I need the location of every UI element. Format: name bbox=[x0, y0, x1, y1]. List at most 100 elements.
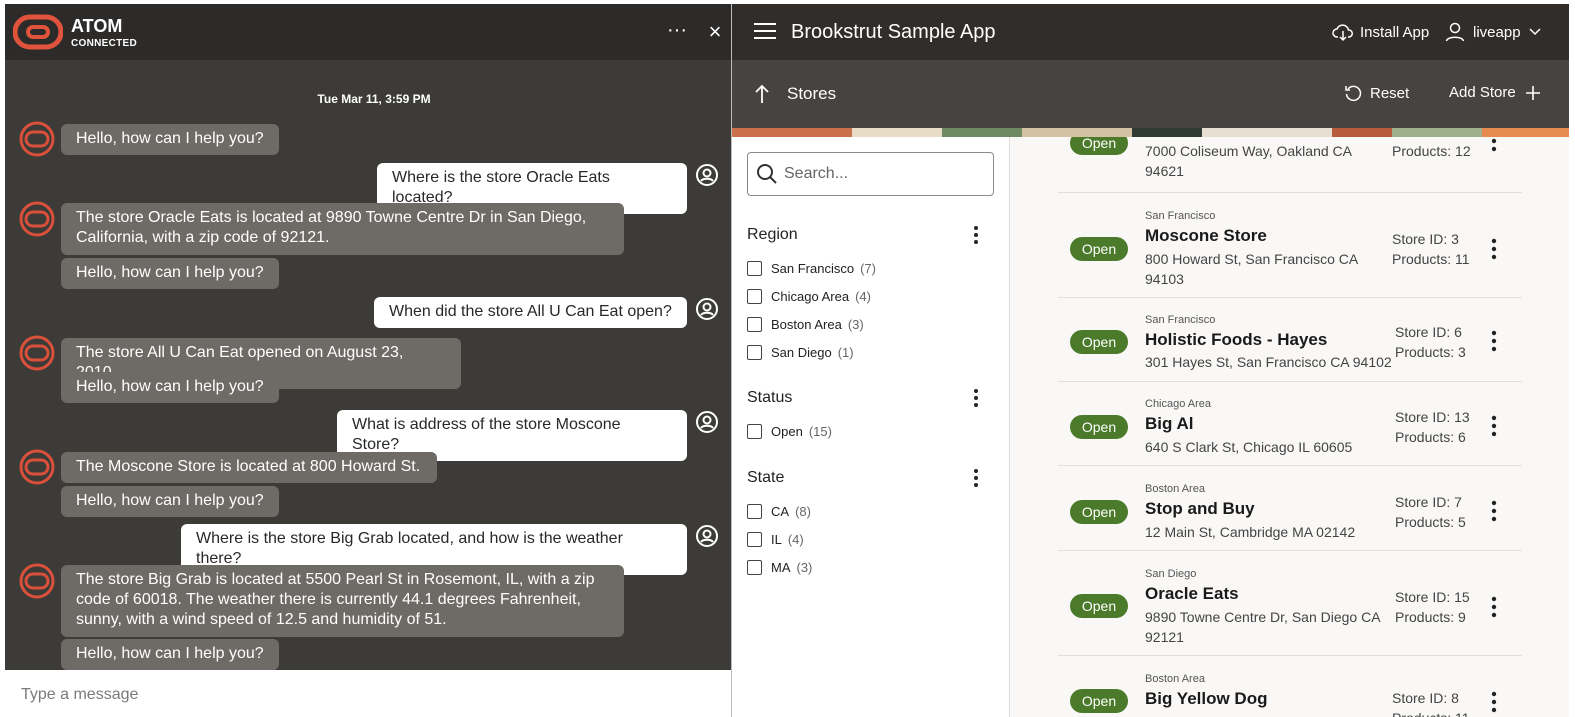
kebab-menu-icon[interactable] bbox=[1486, 499, 1502, 523]
filter-option[interactable]: Boston Area (3) bbox=[747, 317, 864, 332]
store-products: Products: 12 bbox=[1392, 143, 1471, 159]
store-row[interactable]: Open San Francisco Holistic Foods - Haye… bbox=[1058, 298, 1522, 382]
kebab-menu-icon[interactable] bbox=[1486, 137, 1502, 153]
page-toolbar: Stores Reset Add Store bbox=[732, 60, 1569, 128]
app-title: Brookstrut Sample App bbox=[791, 21, 996, 43]
store-address: 640 S Clark St, Chicago IL 60605 bbox=[1145, 439, 1353, 455]
status-badge: Open bbox=[1070, 137, 1128, 155]
filter-option-label: CA bbox=[771, 504, 790, 519]
arrow-up-icon[interactable] bbox=[752, 82, 772, 106]
connection-status: CONNECTED bbox=[71, 38, 138, 49]
filter-option[interactable]: CA (8) bbox=[747, 504, 811, 519]
search-box[interactable] bbox=[747, 152, 994, 196]
install-app-label: Install App bbox=[1360, 23, 1430, 41]
checkbox[interactable] bbox=[747, 532, 762, 547]
facet-title-region: Region bbox=[747, 226, 798, 243]
atom-logo-icon bbox=[13, 14, 63, 50]
filter-option[interactable]: IL (4) bbox=[747, 532, 804, 547]
status-badge: Open bbox=[1070, 500, 1128, 524]
bot-avatar-icon bbox=[19, 563, 55, 599]
filter-option-label: San Francisco bbox=[771, 261, 855, 276]
plus-icon bbox=[1525, 85, 1540, 100]
decorative-banner bbox=[732, 128, 1569, 137]
filter-option-count: (7) bbox=[860, 261, 876, 276]
filter-option-count: (4) bbox=[787, 532, 804, 547]
filter-panel: Region San Francisco(7) Chicago Area(4) … bbox=[732, 137, 1010, 717]
kebab-menu-icon[interactable] bbox=[968, 467, 984, 489]
close-icon[interactable]: × bbox=[703, 18, 727, 46]
kebab-menu-icon[interactable] bbox=[1486, 237, 1502, 261]
store-address: 9890 Towne Centre Dr, San Diego CA 92121 bbox=[1145, 609, 1380, 645]
chevron-down-icon bbox=[1529, 28, 1541, 36]
filter-option-count: (15) bbox=[808, 424, 832, 439]
store-products: Products: 11 bbox=[1392, 708, 1470, 717]
add-store-button[interactable]: Add Store bbox=[1449, 84, 1540, 101]
filter-option-count: (4) bbox=[855, 289, 871, 304]
store-region: San Francisco bbox=[1145, 210, 1216, 222]
app-panel: Brookstrut Sample App Install App liveap… bbox=[731, 4, 1569, 717]
install-app-button[interactable]: Install App bbox=[1332, 22, 1429, 42]
kebab-menu-icon[interactable] bbox=[1486, 414, 1502, 438]
bot-message: Hello, how can I help you? bbox=[61, 639, 279, 670]
bot-avatar-icon bbox=[19, 335, 55, 371]
store-name: Holistic Foods - Hayes bbox=[1145, 330, 1328, 349]
store-region: Chicago Area bbox=[1145, 398, 1212, 410]
checkbox[interactable] bbox=[747, 424, 762, 439]
message-input[interactable] bbox=[21, 686, 701, 704]
facet-title-state: State bbox=[747, 469, 785, 486]
hamburger-menu-icon[interactable] bbox=[754, 22, 776, 40]
user-name: liveapp bbox=[1473, 23, 1521, 41]
store-region: Boston Area bbox=[1145, 673, 1205, 685]
more-options-icon[interactable]: ··· bbox=[665, 18, 689, 46]
filter-option-label: IL bbox=[771, 532, 782, 547]
status-badge: Open bbox=[1070, 330, 1128, 354]
store-id: Store ID: 7 bbox=[1395, 494, 1462, 510]
store-row[interactable]: Open Boston Area Stop and Buy 12 Main St… bbox=[1058, 466, 1522, 551]
filter-option[interactable]: MA (3) bbox=[747, 560, 812, 575]
cloud-download-icon bbox=[1332, 24, 1353, 42]
checkbox[interactable] bbox=[747, 317, 762, 332]
store-address: 12 Main St, Cambridge MA 02142 bbox=[1145, 524, 1356, 540]
store-name: Big Yellow Dog bbox=[1145, 689, 1268, 708]
search-icon bbox=[757, 164, 777, 184]
status-badge: Open bbox=[1070, 594, 1128, 618]
search-input[interactable] bbox=[784, 165, 984, 183]
filter-option-label: Open bbox=[771, 424, 803, 439]
store-row[interactable]: Open 7000 Coliseum Way, Oakland CA 94621… bbox=[1058, 137, 1522, 193]
bot-message: Hello, how can I help you? bbox=[61, 486, 279, 517]
user-avatar-icon bbox=[696, 525, 718, 547]
filter-option[interactable]: San Francisco (7) bbox=[747, 261, 876, 276]
user-menu-button[interactable]: liveapp bbox=[1445, 22, 1541, 42]
filter-option-label: Boston Area bbox=[771, 317, 842, 332]
user-avatar-icon bbox=[696, 411, 718, 433]
store-id: Store ID: 6 bbox=[1395, 324, 1462, 340]
reset-button[interactable]: Reset bbox=[1344, 84, 1409, 102]
kebab-menu-icon[interactable] bbox=[968, 387, 984, 409]
store-row[interactable]: Open San Francisco Moscone Store 800 How… bbox=[1058, 193, 1522, 298]
filter-option[interactable]: Open (15) bbox=[747, 424, 832, 439]
kebab-menu-icon[interactable] bbox=[1486, 595, 1502, 619]
checkbox[interactable] bbox=[747, 345, 762, 360]
filter-option-label: San Diego bbox=[771, 345, 832, 360]
store-row[interactable]: Open Chicago Area Big Al 640 S Clark St,… bbox=[1058, 382, 1522, 466]
store-region: San Diego bbox=[1145, 568, 1197, 580]
kebab-menu-icon[interactable] bbox=[1486, 329, 1502, 353]
checkbox[interactable] bbox=[747, 289, 762, 304]
bot-avatar-icon bbox=[19, 201, 55, 237]
kebab-menu-icon[interactable] bbox=[968, 224, 984, 246]
filter-option[interactable]: San Diego (1) bbox=[747, 345, 854, 360]
store-row[interactable]: Open Boston Area Big Yellow Dog Store ID… bbox=[1058, 656, 1522, 717]
bot-message: Hello, how can I help you? bbox=[61, 372, 279, 403]
checkbox[interactable] bbox=[747, 261, 762, 276]
store-row[interactable]: Open San Diego Oracle Eats 9890 Towne Ce… bbox=[1058, 551, 1522, 656]
checkbox[interactable] bbox=[747, 560, 762, 575]
filter-option-count: (8) bbox=[795, 504, 811, 519]
store-address: 7000 Coliseum Way, Oakland CA 94621 bbox=[1145, 143, 1352, 179]
user-avatar-icon bbox=[696, 298, 718, 320]
filter-option[interactable]: Chicago Area (4) bbox=[747, 289, 871, 304]
filter-option-count: (3) bbox=[796, 560, 813, 575]
checkbox[interactable] bbox=[747, 504, 762, 519]
bot-message: Hello, how can I help you? bbox=[61, 258, 279, 289]
user-icon bbox=[1445, 22, 1465, 42]
kebab-menu-icon[interactable] bbox=[1486, 690, 1502, 714]
